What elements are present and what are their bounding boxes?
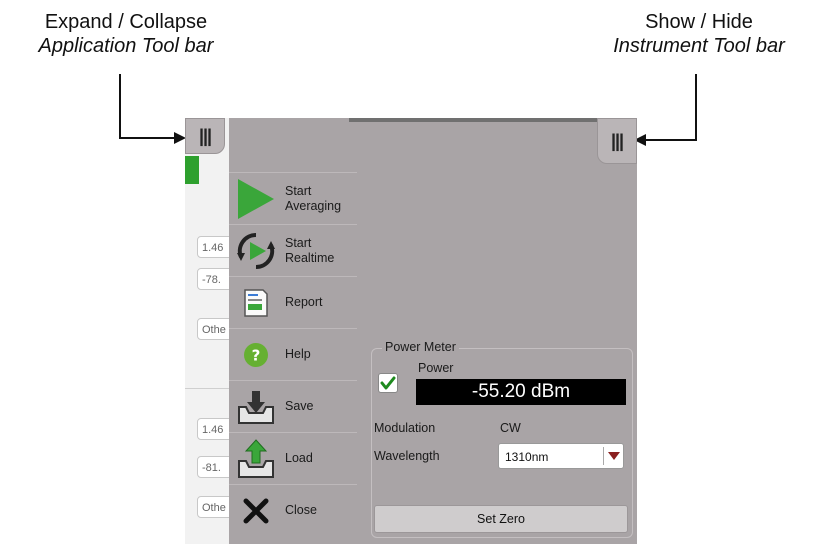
- wavelength-select[interactable]: 1310nm: [498, 443, 624, 469]
- svg-text:?: ?: [252, 346, 261, 364]
- checkmark-icon: [380, 376, 396, 390]
- set-zero-button[interactable]: Set Zero: [374, 505, 628, 533]
- play-triangle-icon: [233, 176, 279, 222]
- start-realtime-button[interactable]: Start Realtime: [229, 224, 357, 276]
- wavelength-label: Wavelength: [374, 449, 440, 463]
- callout-right-title: Show / Hide: [645, 11, 753, 33]
- help-label: Help: [285, 347, 311, 361]
- report-document-icon: [233, 280, 279, 326]
- report-label: Report: [285, 295, 323, 309]
- show-hide-instrument-toolbar-handle[interactable]: |||: [597, 118, 637, 164]
- application-toolbar: Start Averaging Start Realtime Report ? …: [229, 172, 357, 544]
- save-tray-icon: [233, 384, 279, 430]
- realtime-cycle-icon: [233, 228, 279, 274]
- wavelength-value: 1310nm: [505, 450, 549, 464]
- callout-right-subtitle: Instrument Tool bar: [613, 35, 785, 57]
- instrument-window: 1.46 -78. Othe 1.46 -81. Othe Start Aver…: [185, 118, 637, 544]
- chevron-down-icon: [608, 452, 620, 460]
- left-callout-arrow: [119, 74, 186, 144]
- grip-bars-icon: |||: [198, 125, 212, 146]
- close-label: Close: [285, 503, 317, 517]
- save-label: Save: [285, 399, 314, 413]
- modulation-value: CW: [500, 421, 521, 435]
- power-reading-display: -55.20 dBm: [416, 379, 626, 405]
- power-meter-group: Power Meter Power -55.20 dBm Modulation …: [371, 340, 633, 538]
- help-question-icon: ?: [233, 332, 279, 378]
- close-button[interactable]: Close: [229, 484, 357, 536]
- power-label: Power: [418, 361, 454, 375]
- load-label: Load: [285, 451, 313, 465]
- callout-left-title: Expand / Collapse: [44, 11, 208, 33]
- callout-left-subtitle: Application Tool bar: [38, 35, 214, 57]
- save-button[interactable]: Save: [229, 380, 357, 432]
- select-separator: [603, 447, 604, 465]
- panel-top-strip: [349, 118, 637, 122]
- background-green-tab: [185, 156, 199, 184]
- right-callout-arrow: [634, 74, 697, 146]
- start-averaging-label: Start Averaging: [285, 183, 342, 213]
- power-meter-title: Power Meter: [382, 340, 459, 354]
- load-tray-icon: [233, 436, 279, 482]
- modulation-label: Modulation: [374, 421, 436, 435]
- power-checkbox[interactable]: [378, 373, 398, 393]
- start-averaging-button[interactable]: Start Averaging: [229, 172, 357, 224]
- grip-bars-icon: |||: [610, 130, 624, 151]
- help-button[interactable]: ? Help: [229, 328, 357, 380]
- start-realtime-label: Start Realtime: [285, 235, 335, 265]
- callout-expand-collapse-app-toolbar: Expand / Collapse Application Tool bar: [10, 10, 242, 58]
- expand-collapse-app-toolbar-handle[interactable]: |||: [185, 118, 225, 154]
- callout-show-hide-instrument-toolbar: Show / Hide Instrument Tool bar: [586, 10, 812, 58]
- report-button[interactable]: Report: [229, 276, 357, 328]
- load-button[interactable]: Load: [229, 432, 357, 484]
- close-x-icon: [233, 488, 279, 534]
